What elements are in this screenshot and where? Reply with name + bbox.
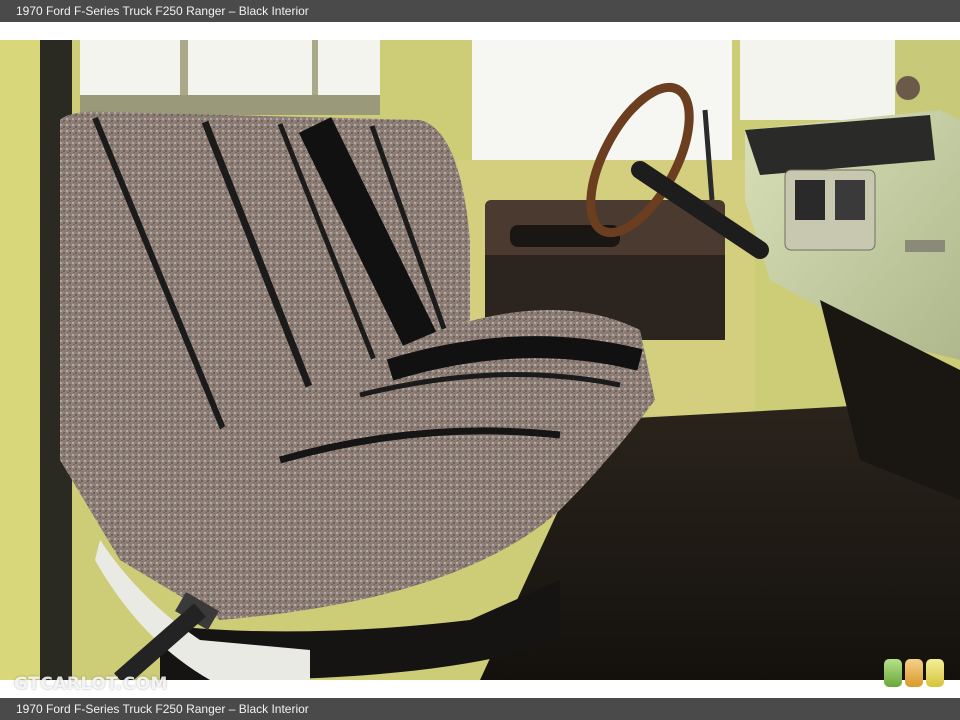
caption-top: 1970 Ford F-Series Truck F250 Ranger – B… <box>0 0 960 22</box>
logo-amber-light-icon <box>905 659 923 687</box>
brand-logo-icon <box>884 659 946 687</box>
interior-photo <box>0 40 960 680</box>
caption-bottom: 1970 Ford F-Series Truck F250 Ranger – B… <box>0 698 960 720</box>
door-window <box>472 40 732 160</box>
windshield <box>740 40 900 120</box>
watermark-logo: GTCARLOT.COM <box>14 674 168 694</box>
logo-green-light-icon <box>884 659 902 687</box>
logo-yellow-light-icon <box>926 659 944 687</box>
